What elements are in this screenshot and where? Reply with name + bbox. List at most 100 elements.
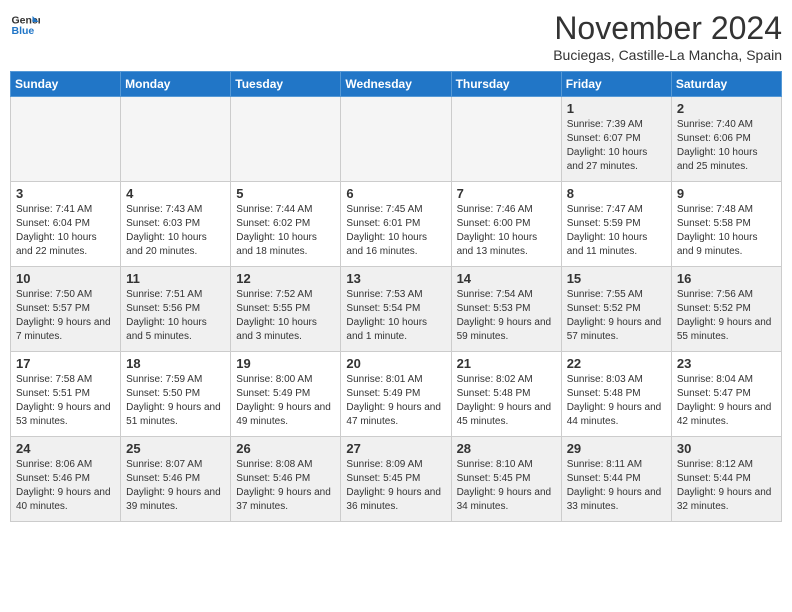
calendar-cell — [11, 97, 121, 182]
day-number: 29 — [567, 441, 666, 456]
weekday-header: Monday — [121, 72, 231, 97]
calendar-cell: 16 Sunrise: 7:56 AMSunset: 5:52 PMDayligh… — [671, 267, 781, 352]
day-info: Sunrise: 7:47 AMSunset: 5:59 PMDaylight:… — [567, 203, 666, 259]
calendar-cell: 21Sunrise: 8:02 AMSunset: 5:48 PMDayligh… — [451, 352, 561, 437]
calendar-cell: 9Sunrise: 7:48 AMSunset: 5:58 PMDaylight… — [671, 182, 781, 267]
logo: General Blue — [10, 10, 40, 40]
weekday-header: Thursday — [451, 72, 561, 97]
weekday-header: Saturday — [671, 72, 781, 97]
day-number: 16 — [677, 271, 776, 286]
calendar-cell: 15 Sunrise: 7:55 AMSunset: 5:52 PMDayligh… — [561, 267, 671, 352]
calendar-week-row: 17 Sunrise: 7:58 AMSunset: 5:51 PMDayligh… — [11, 352, 782, 437]
day-number: 24 — [16, 441, 115, 456]
calendar-cell: 12 Sunrise: 7:52 AMSunset: 5:55 PMDayligh… — [231, 267, 341, 352]
day-number: 5 — [236, 186, 335, 201]
calendar-cell: 10Sunrise: 7:50 AMSunset: 5:57 PMDayligh… — [11, 267, 121, 352]
month-title: November 2024 — [553, 10, 782, 47]
day-info: Sunrise: 8:00 AMSunset: 5:49 PMDaylight:… — [236, 373, 335, 429]
calendar-cell: 2Sunrise: 7:40 AMSunset: 6:06 PMDaylight… — [671, 97, 781, 182]
weekday-header: Tuesday — [231, 72, 341, 97]
calendar-table: SundayMondayTuesdayWednesdayThursdayFrid… — [10, 71, 782, 522]
day-number: 7 — [457, 186, 556, 201]
day-info: Sunrise: 7:45 AMSunset: 6:01 PMDaylight:… — [346, 203, 445, 259]
calendar-cell: 20Sunrise: 8:01 AMSunset: 5:49 PMDayligh… — [341, 352, 451, 437]
day-info: Sunrise: 8:07 AMSunset: 5:46 PMDaylight:… — [126, 458, 225, 514]
day-number: 23 — [677, 356, 776, 371]
day-info: Sunrise: 7:55 AMSunset: 5:52 PMDaylight:… — [567, 288, 666, 344]
day-info: Sunrise: 7:51 AMSunset: 5:56 PMDaylight:… — [126, 288, 225, 344]
day-number: 8 — [567, 186, 666, 201]
day-number: 18 — [126, 356, 225, 371]
location: Buciegas, Castille-La Mancha, Spain — [553, 47, 782, 63]
title-block: November 2024 Buciegas, Castille-La Manc… — [553, 10, 782, 63]
day-info: Sunrise: 8:11 AMSunset: 5:44 PMDaylight:… — [567, 458, 666, 514]
calendar-cell: 27Sunrise: 8:09 AMSunset: 5:45 PMDayligh… — [341, 437, 451, 522]
calendar-week-row: 24 Sunrise: 8:06 AMSunset: 5:46 PMDayligh… — [11, 437, 782, 522]
calendar-cell: 28Sunrise: 8:10 AMSunset: 5:45 PMDayligh… — [451, 437, 561, 522]
day-info: Sunrise: 7:59 AMSunset: 5:50 PMDaylight:… — [126, 373, 225, 429]
calendar-week-row: 10Sunrise: 7:50 AMSunset: 5:57 PMDayligh… — [11, 267, 782, 352]
calendar-week-row: 3Sunrise: 7:41 AMSunset: 6:04 PMDaylight… — [11, 182, 782, 267]
day-number: 15 — [567, 271, 666, 286]
day-number: 4 — [126, 186, 225, 201]
weekday-header: Friday — [561, 72, 671, 97]
calendar-cell: 24 Sunrise: 8:06 AMSunset: 5:46 PMDayligh… — [11, 437, 121, 522]
day-number: 13 — [346, 271, 445, 286]
calendar-cell: 13Sunrise: 7:53 AMSunset: 5:54 PMDayligh… — [341, 267, 451, 352]
calendar-cell — [121, 97, 231, 182]
calendar-cell: 22 Sunrise: 8:03 AMSunset: 5:48 PMDayligh… — [561, 352, 671, 437]
day-number: 11 — [126, 271, 225, 286]
day-number: 17 — [16, 356, 115, 371]
day-number: 22 — [567, 356, 666, 371]
calendar-cell: 4 Sunrise: 7:43 AMSunset: 6:03 PMDaylight… — [121, 182, 231, 267]
weekday-header: Wednesday — [341, 72, 451, 97]
calendar-cell: 1Sunrise: 7:39 AMSunset: 6:07 PMDaylight… — [561, 97, 671, 182]
calendar-cell: 8 Sunrise: 7:47 AMSunset: 5:59 PMDaylight… — [561, 182, 671, 267]
day-info: Sunrise: 8:10 AMSunset: 5:45 PMDaylight:… — [457, 458, 556, 514]
day-info: Sunrise: 7:56 AMSunset: 5:52 PMDaylight:… — [677, 288, 776, 344]
day-number: 30 — [677, 441, 776, 456]
calendar-cell: 3Sunrise: 7:41 AMSunset: 6:04 PMDaylight… — [11, 182, 121, 267]
calendar-cell — [231, 97, 341, 182]
day-info: Sunrise: 7:40 AMSunset: 6:06 PMDaylight:… — [677, 118, 776, 174]
weekday-header: Sunday — [11, 72, 121, 97]
header-row: SundayMondayTuesdayWednesdayThursdayFrid… — [11, 72, 782, 97]
calendar-cell — [451, 97, 561, 182]
day-info: Sunrise: 7:46 AMSunset: 6:00 PMDaylight:… — [457, 203, 556, 259]
day-info: Sunrise: 8:06 AMSunset: 5:46 PMDaylight:… — [16, 458, 115, 514]
calendar-cell: 11 Sunrise: 7:51 AMSunset: 5:56 PMDayligh… — [121, 267, 231, 352]
calendar-cell: 26 Sunrise: 8:08 AMSunset: 5:46 PMDayligh… — [231, 437, 341, 522]
day-info: Sunrise: 8:08 AMSunset: 5:46 PMDaylight:… — [236, 458, 335, 514]
day-info: Sunrise: 8:09 AMSunset: 5:45 PMDaylight:… — [346, 458, 445, 514]
calendar-cell — [341, 97, 451, 182]
day-info: Sunrise: 7:43 AMSunset: 6:03 PMDaylight:… — [126, 203, 225, 259]
day-info: Sunrise: 7:44 AMSunset: 6:02 PMDaylight:… — [236, 203, 335, 259]
day-number: 19 — [236, 356, 335, 371]
calendar-cell: 14Sunrise: 7:54 AMSunset: 5:53 PMDayligh… — [451, 267, 561, 352]
calendar-cell: 17 Sunrise: 7:58 AMSunset: 5:51 PMDayligh… — [11, 352, 121, 437]
calendar-cell: 30 Sunrise: 8:12 AMSunset: 5:44 PMDayligh… — [671, 437, 781, 522]
day-number: 26 — [236, 441, 335, 456]
logo-icon: General Blue — [10, 10, 40, 40]
day-info: Sunrise: 8:12 AMSunset: 5:44 PMDaylight:… — [677, 458, 776, 514]
calendar-cell: 18 Sunrise: 7:59 AMSunset: 5:50 PMDayligh… — [121, 352, 231, 437]
day-info: Sunrise: 7:58 AMSunset: 5:51 PMDaylight:… — [16, 373, 115, 429]
calendar-cell: 29 Sunrise: 8:11 AMSunset: 5:44 PMDayligh… — [561, 437, 671, 522]
day-number: 20 — [346, 356, 445, 371]
day-number: 25 — [126, 441, 225, 456]
calendar-cell: 5 Sunrise: 7:44 AMSunset: 6:02 PMDaylight… — [231, 182, 341, 267]
day-number: 9 — [677, 186, 776, 201]
day-info: Sunrise: 8:04 AMSunset: 5:47 PMDaylight:… — [677, 373, 776, 429]
day-number: 12 — [236, 271, 335, 286]
calendar-cell: 7 Sunrise: 7:46 AMSunset: 6:00 PMDaylight… — [451, 182, 561, 267]
day-info: Sunrise: 8:03 AMSunset: 5:48 PMDaylight:… — [567, 373, 666, 429]
calendar-week-row: 1Sunrise: 7:39 AMSunset: 6:07 PMDaylight… — [11, 97, 782, 182]
calendar-cell: 19 Sunrise: 8:00 AMSunset: 5:49 PMDayligh… — [231, 352, 341, 437]
day-number: 21 — [457, 356, 556, 371]
page-header: General Blue November 2024 Buciegas, Cas… — [10, 10, 782, 63]
day-info: Sunrise: 7:52 AMSunset: 5:55 PMDaylight:… — [236, 288, 335, 344]
day-info: Sunrise: 7:54 AMSunset: 5:53 PMDaylight:… — [457, 288, 556, 344]
day-info: Sunrise: 7:41 AMSunset: 6:04 PMDaylight:… — [16, 203, 115, 259]
day-number: 6 — [346, 186, 445, 201]
calendar-cell: 6 Sunrise: 7:45 AMSunset: 6:01 PMDaylight… — [341, 182, 451, 267]
